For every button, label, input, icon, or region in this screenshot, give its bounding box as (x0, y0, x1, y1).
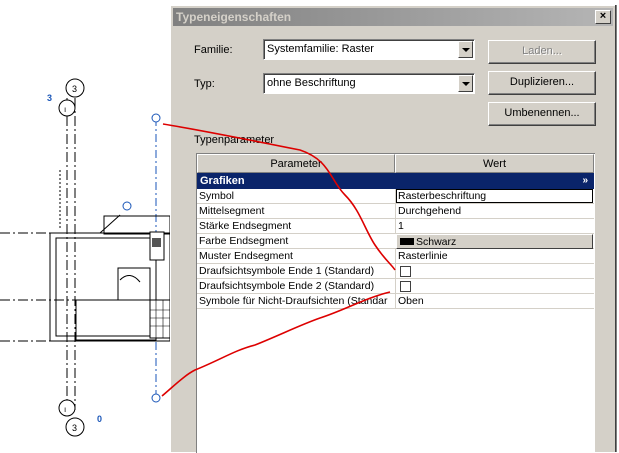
param-value: Rasterlinie (398, 250, 448, 262)
param-value: Rasterbeschriftung (398, 190, 487, 202)
color-picker-button[interactable]: Schwarz (396, 234, 593, 249)
type-value: ohne Beschriftung (267, 77, 356, 89)
grid-bubble-bottom-2 (58, 399, 76, 417)
param-value: Schwarz (416, 236, 457, 248)
grid-handle-bottom (151, 393, 161, 403)
type-combo[interactable]: ohne Beschriftung (263, 73, 475, 94)
table-row[interactable]: Mittelsegment Durchgehend (197, 204, 594, 219)
column-header-value[interactable]: Wert (395, 154, 594, 173)
family-label: Familie: (194, 44, 233, 56)
type-parameters-label: Typenparameter (194, 134, 275, 146)
close-icon[interactable]: × (595, 10, 611, 24)
svg-text:ı: ı (64, 405, 66, 414)
grid-handle-top (151, 113, 161, 123)
table-row[interactable]: Draufsichtsymbole Ende 1 (Standard) (197, 264, 594, 279)
param-name: Symbol (199, 190, 235, 202)
param-value: 1 (398, 220, 404, 232)
group-title: Grafiken (200, 175, 245, 187)
dialog-titlebar: Typeneigenschaften × (173, 8, 613, 26)
column-header-parameter[interactable]: Parameter (197, 154, 395, 173)
table-row[interactable]: Draufsichtsymbole Ende 2 (Standard) (197, 279, 594, 294)
family-value: Systemfamilie: Raster (267, 43, 374, 55)
table-row[interactable]: Farbe Endsegment Schwarz (197, 234, 594, 249)
collapse-icon[interactable]: » (582, 173, 588, 189)
table-row[interactable]: Stärke Endsegment 1 (197, 219, 594, 234)
param-value: Durchgehend (398, 205, 462, 217)
color-swatch (400, 238, 414, 245)
type-properties-dialog: Typeneigenschaften × Familie: Systemfami… (170, 5, 615, 453)
table-row[interactable]: Symbol Rasterbeschriftung (197, 189, 594, 204)
end2-checkbox[interactable] (400, 281, 411, 292)
svg-text:ı: ı (64, 105, 66, 114)
table-row[interactable]: Muster Endsegment Rasterlinie (197, 249, 594, 264)
param-name: Stärke Endsegment (199, 220, 292, 232)
table-row[interactable]: Symbole für Nicht-Draufsichten (Standar … (197, 294, 594, 309)
load-button[interactable]: Laden... (488, 40, 596, 64)
parameter-grid: Parameter Wert Grafiken » Symbol Rasterb… (196, 153, 595, 453)
group-header-graphics[interactable]: Grafiken » (197, 173, 594, 189)
chevron-down-icon[interactable] (458, 41, 473, 58)
drawing-left-label: 3 (47, 93, 52, 103)
drawing-bottom-label: 0 (97, 414, 102, 424)
param-name: Muster Endsegment (199, 250, 293, 262)
param-name: Symbole für Nicht-Draufsichten (Standar (199, 295, 388, 307)
param-name: Farbe Endsegment (199, 235, 289, 247)
dialog-title: Typeneigenschaften (176, 10, 292, 24)
type-label: Typ: (194, 78, 215, 90)
param-value: Oben (398, 295, 424, 307)
chevron-down-icon[interactable] (458, 75, 473, 92)
param-name: Mittelsegment (199, 205, 265, 217)
end1-checkbox[interactable] (400, 266, 411, 277)
param-name: Draufsichtsymbole Ende 1 (Standard) (199, 265, 375, 277)
grid-bubble-top-2 (58, 99, 76, 117)
family-combo[interactable]: Systemfamilie: Raster (263, 39, 475, 60)
grid-bubble-bottom-label: 3 (72, 423, 77, 433)
duplicate-button[interactable]: Duplizieren... (488, 71, 596, 95)
param-name: Draufsichtsymbole Ende 2 (Standard) (199, 280, 375, 292)
grid-bubble-top-label: 3 (72, 84, 77, 94)
rename-button[interactable]: Umbenennen... (488, 102, 596, 126)
